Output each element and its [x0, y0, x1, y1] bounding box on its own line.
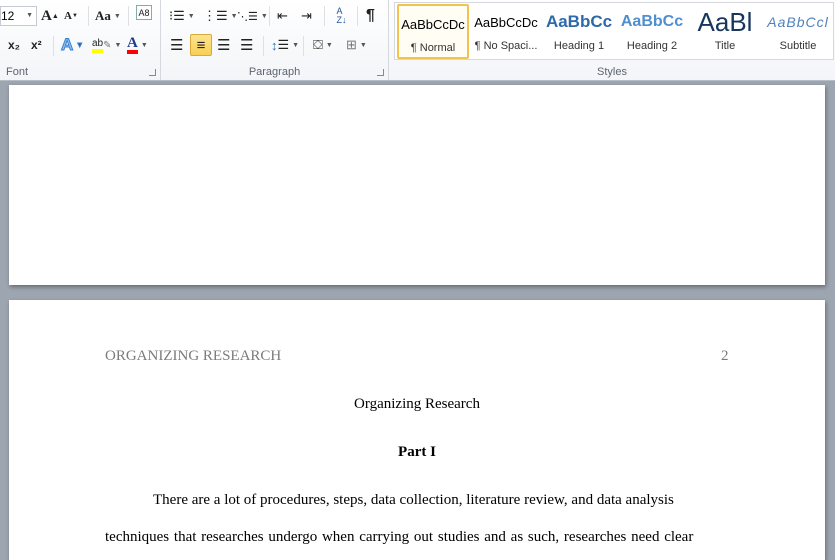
- align-left-button[interactable]: ☰: [170, 34, 183, 56]
- chevron-down-icon[interactable]: ▼: [26, 12, 33, 19]
- font-dialog-launcher-icon[interactable]: .: [149, 69, 156, 76]
- styles-group-label: Styles: [597, 66, 627, 78]
- body-line: techniques that researches undergo when …: [105, 529, 694, 545]
- shading-button[interactable]: ⛋ ▼: [313, 34, 333, 56]
- style-subtitle[interactable]: AaBbCcl Subtitle: [762, 4, 834, 59]
- style-no-spacing[interactable]: AaBbCcDc ¶ No Spaci...: [470, 4, 542, 59]
- font-color-button[interactable]: A ▼: [127, 34, 148, 56]
- font-group: 12▼ A▲ A▼ Aa▼ A8 x₂ x² A▼ ab✎▼ A▼ Font .: [0, 0, 161, 80]
- ribbon: 12▼ A▲ A▼ Aa▼ A8 x₂ x² A▼ ab✎▼ A▼ Font .…: [0, 0, 835, 81]
- style-heading-2[interactable]: AaBbCc Heading 2: [616, 4, 688, 59]
- chevron-down-icon: ▼: [114, 41, 122, 49]
- increase-indent-icon[interactable]: ⇥: [301, 5, 312, 27]
- body-line: There are a lot of procedures, steps, da…: [153, 492, 674, 508]
- document-title: Organizing Research: [354, 396, 480, 412]
- decrease-indent-icon[interactable]: ⇤: [277, 5, 288, 27]
- bullets-button[interactable]: ⁝☰ ▼: [169, 5, 195, 27]
- justify-button[interactable]: ☰: [240, 34, 253, 56]
- paragraph-group-label: Paragraph: [248, 66, 301, 78]
- sort-icon[interactable]: A Z↓: [331, 5, 349, 27]
- chevron-down-icon: ▼: [113, 12, 121, 20]
- shrink-font-button[interactable]: A ▼: [64, 5, 78, 27]
- font-group-label: Font: [6, 66, 29, 78]
- subscript-button[interactable]: x₂: [8, 34, 20, 56]
- align-right-button[interactable]: ☰: [217, 34, 230, 56]
- line-spacing-button[interactable]: ↕ ☰ ▼: [271, 34, 299, 56]
- page-number: 2: [721, 348, 729, 364]
- highlight-button[interactable]: ab ✎ ▼: [92, 34, 121, 56]
- page-2[interactable]: ORGANIZING RESEARCH 2 Organizing Researc…: [9, 300, 825, 560]
- styles-gallery: AaBbCcDc ¶ Normal AaBbCcDc ¶ No Spaci... A…: [394, 2, 834, 60]
- style-normal[interactable]: AaBbCcDc ¶ Normal: [397, 4, 469, 59]
- show-formatting-button[interactable]: ¶: [366, 5, 375, 27]
- font-size-box[interactable]: 12 ▼: [0, 6, 37, 26]
- style-heading-1[interactable]: AaBbCc Heading 1: [543, 4, 615, 59]
- multilevel-list-button[interactable]: ⋱☰ ▼: [237, 5, 268, 27]
- paragraph-dialog-launcher-icon[interactable]: .: [377, 69, 384, 76]
- section-heading: Part I: [398, 444, 436, 460]
- styles-group: AaBbCcDc ¶ Normal AaBbCcDc ¶ No Spaci... A…: [389, 0, 835, 80]
- running-head: ORGANIZING RESEARCH: [105, 348, 282, 364]
- grow-font-button[interactable]: A ▲: [41, 5, 59, 27]
- chevron-down-icon: ▼: [140, 41, 148, 49]
- numbering-button[interactable]: ⋮☰ ▼: [203, 5, 238, 27]
- superscript-button[interactable]: x²: [31, 34, 42, 56]
- text-effects-button[interactable]: A ▼: [60, 34, 84, 56]
- style-title[interactable]: AaBl Title: [689, 4, 761, 59]
- chevron-down-icon: ▼: [76, 41, 84, 49]
- align-center-button[interactable]: ≡: [190, 34, 212, 56]
- paragraph-group: ⁝☰ ▼ ⋮☰ ▼ ⋱☰ ▼ ⇤ ⇥ A Z↓ ¶ ☰ ≡ ☰ ☰ ↕ ☰ ▼ ⛋ ▼ ⊞ ▼…: [161, 0, 389, 80]
- page-1[interactable]: [9, 85, 825, 285]
- clear-formatting-icon[interactable]: A8: [136, 5, 152, 20]
- borders-button[interactable]: ⊞ ▼: [346, 34, 367, 56]
- change-case-button[interactable]: Aa ▼: [95, 5, 121, 27]
